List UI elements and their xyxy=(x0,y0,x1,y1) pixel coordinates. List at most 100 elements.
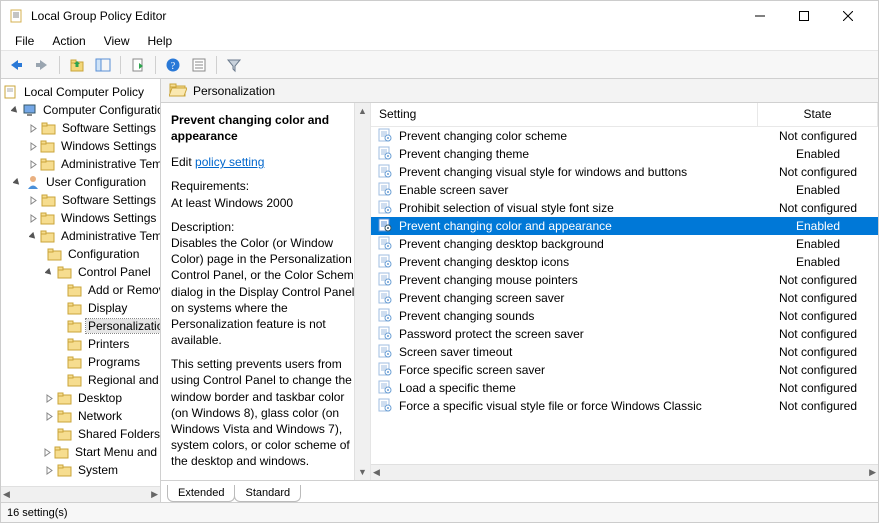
properties-button[interactable] xyxy=(188,54,210,76)
expander-open-icon[interactable] xyxy=(11,104,20,116)
statusbar: 16 setting(s) xyxy=(1,502,878,522)
expander-open-icon[interactable] xyxy=(29,230,38,242)
tree-cc-admin[interactable]: Administrative Templates xyxy=(1,155,160,173)
close-button[interactable] xyxy=(826,2,870,30)
setting-row[interactable]: Prevent changing desktop backgroundEnabl… xyxy=(371,235,878,253)
expander-closed-icon[interactable] xyxy=(43,392,55,404)
scroll-down-icon[interactable]: ▼ xyxy=(355,464,370,480)
tree-system[interactable]: System xyxy=(1,461,160,479)
scroll-left-icon[interactable]: ◀ xyxy=(373,467,380,478)
tree-control-panel[interactable]: Control Panel xyxy=(1,263,160,281)
tree-user-config[interactable]: User Configuration xyxy=(1,173,160,191)
forward-button[interactable] xyxy=(31,54,53,76)
setting-row[interactable]: Prevent changing mouse pointersNot confi… xyxy=(371,271,878,289)
tree-printers[interactable]: Printers xyxy=(1,335,160,353)
expander-closed-icon[interactable] xyxy=(43,464,55,476)
expander-closed-icon[interactable] xyxy=(43,446,52,458)
minimize-button[interactable] xyxy=(738,2,782,30)
scroll-up-icon[interactable]: ▲ xyxy=(355,103,370,119)
tab-extended[interactable]: Extended xyxy=(167,485,235,502)
expander-closed-icon[interactable] xyxy=(29,140,38,152)
export-button[interactable] xyxy=(127,54,149,76)
tree-regional[interactable]: Regional and Language Options xyxy=(1,371,160,389)
tree-computer-config[interactable]: Computer Configuration xyxy=(1,101,160,119)
setting-row[interactable]: Prevent changing visual style for window… xyxy=(371,163,878,181)
up-button[interactable] xyxy=(66,54,88,76)
setting-row[interactable]: Prevent changing screen saverNot configu… xyxy=(371,289,878,307)
setting-row[interactable]: Prevent changing color and appearanceEna… xyxy=(371,217,878,235)
tab-standard[interactable]: Standard xyxy=(234,485,301,502)
tree-uc-windows[interactable]: Windows Settings xyxy=(1,209,160,227)
policy-item-icon xyxy=(377,235,393,254)
tree-root[interactable]: Local Computer Policy xyxy=(1,83,160,101)
policy-setting-link[interactable]: policy setting xyxy=(195,155,264,169)
col-state[interactable]: State xyxy=(758,103,878,126)
expander-open-icon[interactable] xyxy=(11,176,23,188)
tree-network[interactable]: Network xyxy=(1,407,160,425)
tree-pane[interactable]: Local Computer Policy Computer Configura… xyxy=(1,79,161,502)
show-hide-tree-button[interactable] xyxy=(92,54,114,76)
col-setting[interactable]: Setting xyxy=(371,103,758,126)
tree-horizontal-scrollbar[interactable]: ◀ ▶ xyxy=(1,486,160,502)
setting-row[interactable]: Password protect the screen saverNot con… xyxy=(371,325,878,343)
tree-label: Shared Folders xyxy=(76,427,161,441)
expander-closed-icon[interactable] xyxy=(43,410,55,422)
setting-cell: Prevent changing screen saver xyxy=(371,289,758,308)
expander-closed-icon[interactable] xyxy=(29,158,38,170)
tree-cc-windows[interactable]: Windows Settings xyxy=(1,137,160,155)
tree-label: Computer Configuration xyxy=(41,103,161,117)
setting-row[interactable]: Force a specific visual style file or fo… xyxy=(371,397,878,415)
help-button[interactable]: ? xyxy=(162,54,184,76)
tree-shared-folders[interactable]: Shared Folders xyxy=(1,425,160,443)
policy-item-icon xyxy=(377,271,393,290)
tree-label: Software Settings xyxy=(60,193,158,207)
tree-configuration[interactable]: Configuration xyxy=(1,245,160,263)
maximize-button[interactable] xyxy=(782,2,826,30)
setting-row[interactable]: Prevent changing themeEnabled xyxy=(371,145,878,163)
menu-view[interactable]: View xyxy=(96,32,138,50)
tree-desktop[interactable]: Desktop xyxy=(1,389,160,407)
tree-uc-software[interactable]: Software Settings xyxy=(1,191,160,209)
tree-display[interactable]: Display xyxy=(1,299,160,317)
setting-row[interactable]: Enable screen saverEnabled xyxy=(371,181,878,199)
menu-help[interactable]: Help xyxy=(140,32,181,50)
tree-personalization[interactable]: Personalization xyxy=(1,317,160,335)
setting-row[interactable]: Prohibit selection of visual style font … xyxy=(371,199,878,217)
policy-item-icon xyxy=(377,181,393,200)
setting-row[interactable]: Prevent changing soundsNot configured xyxy=(371,307,878,325)
detail-title: Prevent changing color and appearance xyxy=(171,113,362,144)
folder-icon xyxy=(57,264,73,280)
setting-cell: Screen saver timeout xyxy=(371,343,758,362)
folder-icon xyxy=(67,354,83,370)
tree-start-menu[interactable]: Start Menu and Taskbar xyxy=(1,443,160,461)
back-button[interactable] xyxy=(5,54,27,76)
expander-closed-icon[interactable] xyxy=(29,194,39,206)
filter-button[interactable] xyxy=(223,54,245,76)
tree-uc-admin[interactable]: Administrative Templates xyxy=(1,227,160,245)
scroll-left-icon[interactable]: ◀ xyxy=(3,489,10,500)
expander-open-icon[interactable] xyxy=(43,266,55,278)
breadcrumb: Personalization xyxy=(161,79,878,103)
detail-edit-prefix: Edit xyxy=(171,155,192,169)
setting-row[interactable]: Screen saver timeoutNot configured xyxy=(371,343,878,361)
expander-closed-icon[interactable] xyxy=(29,122,39,134)
setting-row[interactable]: Prevent changing color schemeNot configu… xyxy=(371,127,878,145)
scroll-right-icon[interactable]: ▶ xyxy=(151,489,158,500)
list-horizontal-scrollbar[interactable]: ◀ ▶ xyxy=(371,464,878,480)
setting-cell: Prevent changing mouse pointers xyxy=(371,271,758,290)
menu-action[interactable]: Action xyxy=(44,32,93,50)
setting-row[interactable]: Load a specific themeNot configured xyxy=(371,379,878,397)
setting-state: Not configured xyxy=(758,345,878,359)
setting-row[interactable]: Force specific screen saverNot configure… xyxy=(371,361,878,379)
scroll-right-icon[interactable]: ▶ xyxy=(869,467,876,478)
setting-row[interactable]: Prevent changing desktop iconsEnabled xyxy=(371,253,878,271)
tree-cc-software[interactable]: Software Settings xyxy=(1,119,160,137)
setting-name: Force a specific visual style file or fo… xyxy=(399,399,702,413)
tree-programs[interactable]: Programs xyxy=(1,353,160,371)
detail-vertical-scrollbar[interactable]: ▲ ▼ xyxy=(354,103,370,480)
menu-file[interactable]: File xyxy=(7,32,42,50)
setting-state: Enabled xyxy=(758,255,878,269)
list-body[interactable]: Prevent changing color schemeNot configu… xyxy=(371,127,878,464)
tree-add-or[interactable]: Add or Remove Programs xyxy=(1,281,160,299)
expander-closed-icon[interactable] xyxy=(29,212,38,224)
